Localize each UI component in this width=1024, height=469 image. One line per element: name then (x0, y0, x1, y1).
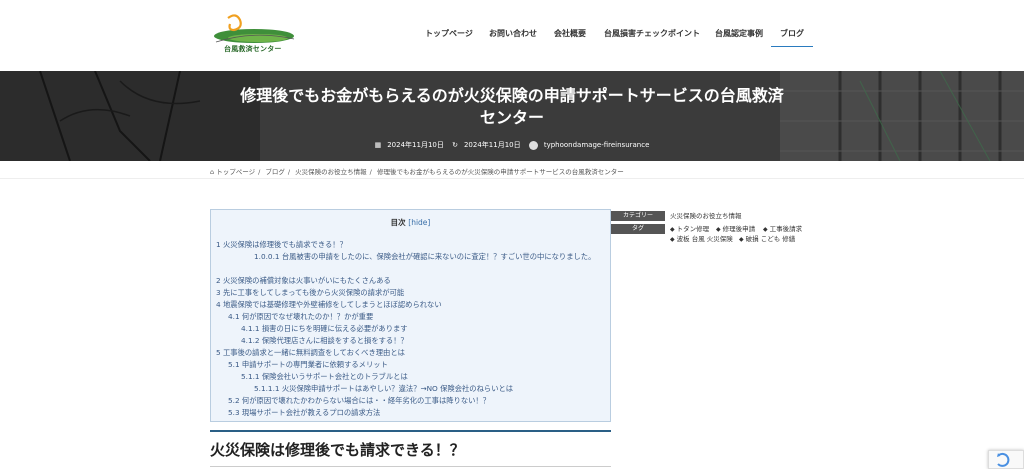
tag-link[interactable]: ◆ 波板 台風 火災保険 (670, 234, 733, 245)
nav-item-blog[interactable]: ブログ (780, 25, 804, 43)
tag-text: 修理後申請 (722, 225, 756, 233)
toc-title-text: 目次 (390, 218, 406, 227)
breadcrumb-separator: / (258, 168, 261, 176)
nav-active-underline (771, 46, 813, 47)
toc-item[interactable]: 4.1.2 保険代理店さんに相談をすると損をする！？ (241, 335, 408, 346)
breadcrumb-separator: / (287, 168, 291, 176)
toc-hide-toggle[interactable]: [hide] (408, 218, 430, 227)
site-header: 台風救済センター トップページ お問い合わせ 会社概要 台風損害チェックポイント… (0, 0, 1024, 71)
hero-banner: 修理後でもお金がもらえるのが火災保険の申請サポートサービスの台風救済 センター … (0, 71, 1024, 161)
toc-item[interactable]: 5.2 何が原因で壊れたかわからない場合には・・経年劣化の工事は降りない！？ (228, 395, 490, 406)
heading-bottom-border (210, 466, 611, 467)
toc-item[interactable]: 4 地震保険では基礎修理や外壁補修をしてしまうとほぼ認められない (216, 299, 442, 310)
category-link[interactable]: 火災保険のお役立ち情報 (670, 211, 742, 221)
nav-item-checkpoints[interactable]: 台風損害チェックポイント (604, 25, 700, 43)
tag-link[interactable]: ◆ 破損 こども 修繕 (739, 234, 795, 245)
tag-icon: ◆ (716, 226, 721, 233)
tag-icon: ◆ (763, 226, 768, 233)
breadcrumb-home[interactable]: トップページ (216, 168, 255, 176)
toc-item[interactable]: 1.0.0.1 台風被害の申請をしたのに、保険会社が確認に来ないのに査定！？すご… (254, 251, 606, 262)
toc-item[interactable]: 3 先に工事をしてしまっても後から火災保険の請求が可能 (216, 287, 404, 298)
breadcrumb-separator: / (369, 168, 372, 176)
tag-text: トタン修理 (676, 225, 710, 233)
tag-text: 工事後請求 (769, 225, 803, 233)
toc-item[interactable]: 4.1 何が原因でなぜ壊れたのか！？かが重要 (228, 311, 373, 322)
toc-item[interactable]: 2 火災保険の補償対象は火事いがいにもたくさんある (216, 275, 391, 286)
author-name[interactable]: typhoondamage-fireinsurance (544, 141, 650, 149)
home-icon: ⌂ (210, 168, 215, 176)
table-of-contents: 目次 [hide] 1 火災保険は修理後でも請求できる！？ 1.0.0.1 台風… (210, 209, 611, 422)
toc-item[interactable]: 5.1 申請サポートの専門業者に依頼するメリット (228, 359, 388, 370)
toc-item[interactable]: 5.1.1 保険会社いうサポート会社とのトラブルとは (241, 371, 408, 382)
tag-text: 波板 台風 火災保険 (676, 235, 733, 243)
toc-item[interactable]: 1 火災保険は修理後でも請求できる！？ (216, 239, 347, 250)
category-label: カテゴリー (611, 211, 665, 221)
page-title-line2: センター (479, 108, 544, 127)
breadcrumb-blog[interactable]: ブログ (265, 168, 285, 176)
breadcrumb: ⌂ トップページ / ブログ / 火災保険のお役立ち情報 / 修理後でもお金がもらえる… (210, 166, 624, 176)
page-title: 修理後でもお金がもらえるのが火災保険の申請サポートサービスの台風救済 センター (200, 85, 824, 129)
toc-item[interactable]: 5.1.1.1 火災保険申請サポートはあやしい？違法？→NO 保険会社のねらいと… (254, 383, 513, 394)
tag-icon: ◆ (670, 226, 675, 233)
tag-label: タグ (611, 224, 665, 234)
toc-title: 目次 [hide] (211, 217, 610, 228)
main-nav: トップページ お問い合わせ 会社概要 台風損害チェックポイント 台風認定事例 ブ… (0, 25, 1024, 47)
nav-item-cases[interactable]: 台風認定事例 (715, 25, 763, 43)
toc-item[interactable]: 5.3 現場サポート会社が教えるプロの請求方法 (228, 407, 380, 418)
toc-item[interactable]: 5 工事後の請求と一緒に無料調査をしておくべき理由とは (216, 347, 405, 358)
tag-text: 破損 こども 修繕 (745, 235, 796, 243)
published-date: 2024年11月10日 (387, 141, 444, 149)
heading-top-border (210, 430, 611, 432)
recaptcha-badge[interactable] (988, 450, 1024, 469)
nav-item-contact[interactable]: お問い合わせ (489, 25, 537, 43)
toc-item[interactable]: 4.1.1 損害の日にちを明確に伝える必要があります (241, 323, 408, 334)
history-icon: ↻ (452, 141, 458, 149)
section-heading: 火災保険は修理後でも請求できる！？ (210, 441, 465, 459)
nav-item-top[interactable]: トップページ (425, 25, 473, 43)
updated-date: 2024年11月10日 (463, 141, 521, 149)
breadcrumb-current: 修理後でもお金がもらえるのが火災保険の申請サポートサービスの台風救済センター (376, 168, 624, 176)
calendar-icon: ▦ (374, 141, 382, 149)
recaptcha-icon (997, 452, 1010, 467)
breadcrumb-category[interactable]: 火災保険のお役立ち情報 (295, 168, 367, 176)
author-avatar (528, 140, 538, 150)
tag-icon: ◆ (670, 236, 675, 243)
page-title-line1: 修理後でもお金がもらえるのが火災保険の申請サポートサービスの台風救済 (240, 86, 784, 105)
nav-item-company[interactable]: 会社概要 (554, 25, 586, 43)
breadcrumb-divider (0, 178, 1024, 179)
post-meta: ▦ 2024年11月10日 ↻ 2024年11月10日 typhoondamage-… (0, 140, 1024, 150)
tag-icon: ◆ (739, 236, 744, 243)
